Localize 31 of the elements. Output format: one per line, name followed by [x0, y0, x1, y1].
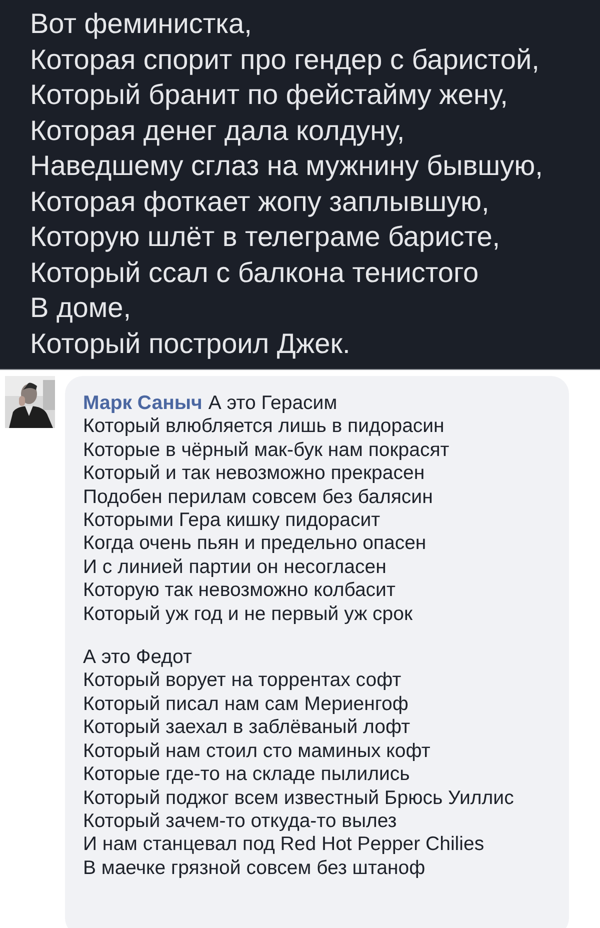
comment-line: А это Герасим [208, 392, 338, 416]
comment-line: А это Федот [83, 646, 192, 670]
comment-line: Который нам стоил сто маминых кофт [83, 740, 430, 764]
comment-line: Которую так невозможно колбасит [83, 579, 396, 603]
comment-line: И с линией партии он несогласен [83, 556, 386, 580]
author-link[interactable]: Марк Саныч [83, 392, 202, 416]
comment-line: В маечке грязной совсем без штаноф [83, 856, 426, 880]
poem-line: Вот феминистка, [30, 7, 252, 41]
comment-line: Которыми Гера кишку пидорасит [83, 509, 380, 532]
comment-line: Который влюбляется лишь в пидорасин [83, 415, 444, 439]
comment-line: Когда очень пьян и предельно опасен [83, 532, 426, 556]
comment-line: И нам станцевал под Red Hot Pepper Chilies [83, 833, 484, 857]
poem-line: В доме, [30, 291, 131, 325]
comment-line: Подобен перилам совсем без балясин [83, 486, 433, 510]
comment-line: Которые где-то на складе пылились [83, 763, 410, 786]
poem-line: Который ссал с балкона тенистого [30, 256, 479, 290]
poem-line: Который построил Джек. [30, 326, 350, 361]
comment-line: Который писал нам сам Мериенгоф [83, 692, 408, 716]
poem-line: Которая спорит про гендер с баристой, [30, 42, 540, 77]
comment-line: Который заехал в заблёваный лофт [83, 716, 410, 740]
poem-line: Которая фоткает жопу заплывшую, [30, 184, 490, 219]
comment-line: Который поджог всем известный Брюсь Уиллис [83, 786, 514, 810]
comment-line: Который уж год и не первый уж срок [83, 602, 413, 626]
comment-line: Который и так невозможно прекрасен [83, 462, 425, 486]
poem-line: Которая денег дала колдуну, [30, 114, 405, 148]
comment-line: Который зачем-то откуда-то вылез [83, 810, 397, 834]
poem-line: Который бранит по фейстайму жену, [30, 78, 508, 112]
poem-line: Которую шлёт в телеграме баристе, [30, 220, 500, 254]
comment-line: Который ворует на торрентах софт [83, 669, 402, 693]
poem-line: Наведшему сглаз на мужнину бывшую, [30, 149, 543, 183]
comment-line: Которые в чёрный мак-бук нам покрасят [83, 438, 450, 462]
